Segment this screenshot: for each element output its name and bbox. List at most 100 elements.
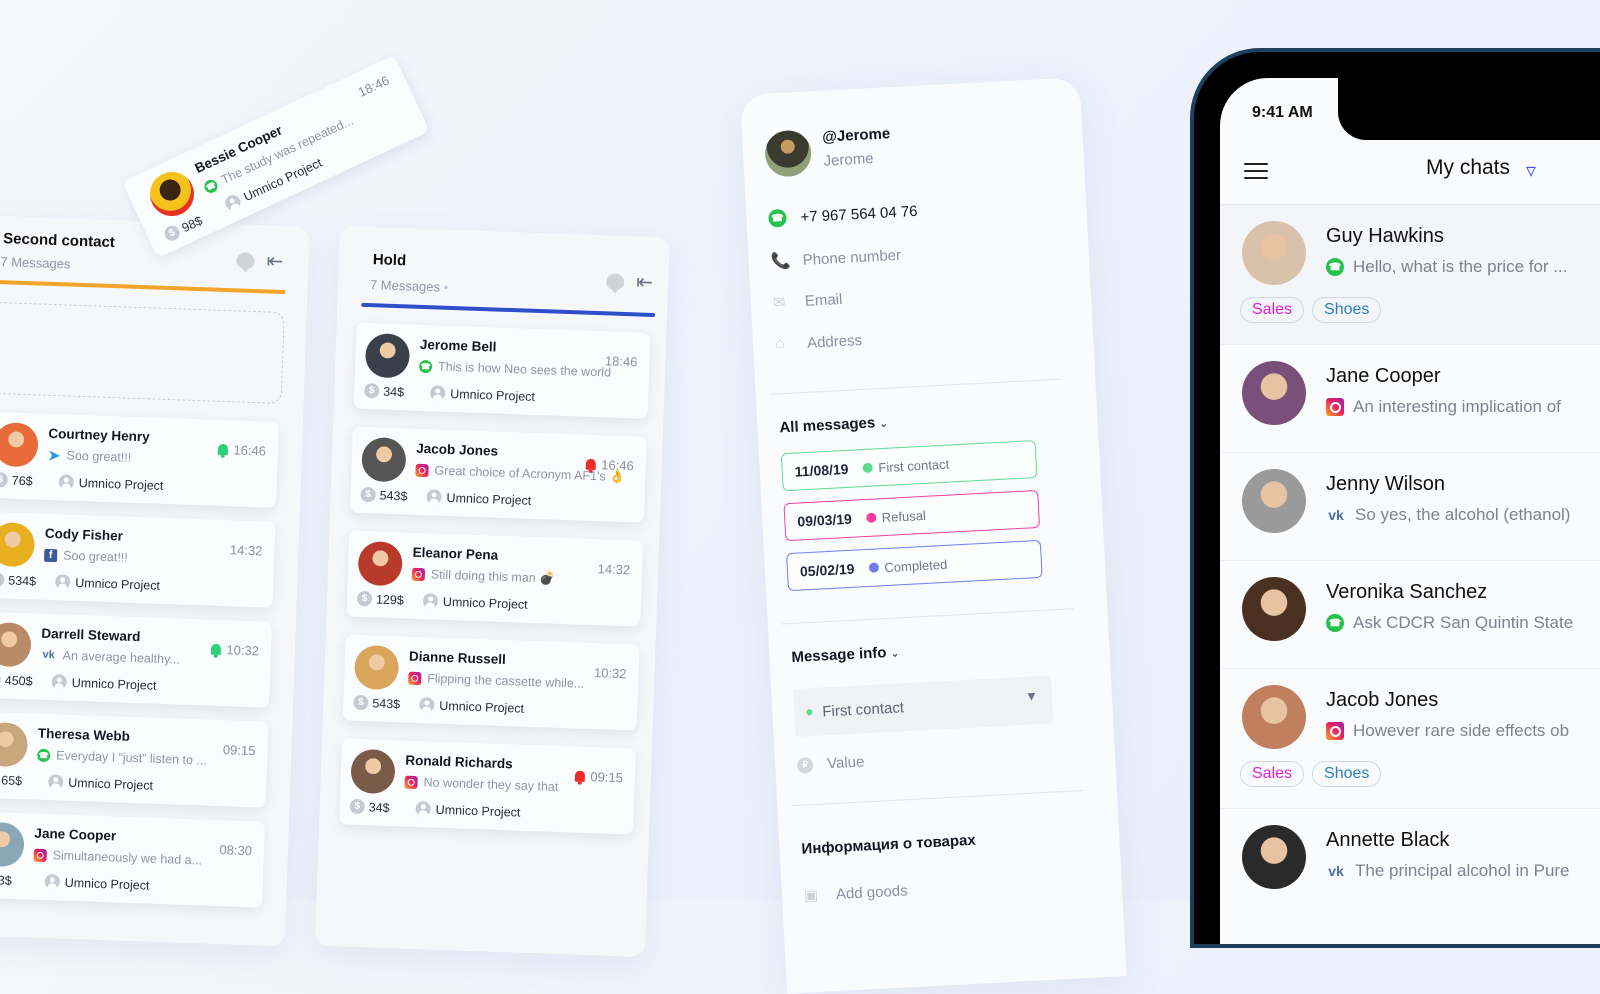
chat-card[interactable]: Cody Fisher 14:32 f Soo great!!! $534$ Umnico…: [0, 511, 276, 608]
message-preview: The principal alcohol in Pure: [1355, 861, 1570, 880]
project-name: Umnico Project: [71, 675, 157, 693]
contact-name: Darrell Steward: [41, 625, 141, 645]
divider: [791, 790, 1083, 807]
chat-card[interactable]: Dianne Russell 10:32 Flipping the cassette…: [342, 634, 640, 731]
history-date: 05/02/19: [799, 560, 855, 580]
message-time: 16:46: [218, 442, 266, 458]
stage-select[interactable]: First contact ▼: [793, 675, 1054, 737]
history-entry[interactable]: 05/02/19 Completed: [786, 539, 1043, 592]
message-time: 08:30: [219, 842, 253, 859]
add-goods-button[interactable]: ▣ Add goods: [803, 881, 909, 905]
drop-zone[interactable]: [0, 301, 285, 404]
deal-amount: 76$: [11, 473, 33, 488]
column-title: Hold: [372, 251, 407, 270]
chat-card[interactable]: Courtney Henry 16:46 ➤ Soo great!!! $76$ Umni…: [0, 411, 279, 508]
avatar: [1242, 685, 1306, 749]
address-field[interactable]: ⌂ Address: [775, 331, 863, 354]
user-icon: [426, 489, 442, 505]
contact-name: Annette Black: [1326, 829, 1450, 851]
chat-card[interactable]: Jane Cooper 08:30 Simultaneously we had a.…: [0, 811, 266, 908]
phone-icon: 📞: [770, 252, 792, 271]
chat-card[interactable]: Eleanor Pena 14:32 Still doing this man 💣 $…: [346, 530, 644, 627]
phone-notch: [1338, 78, 1600, 140]
email-field[interactable]: ✉ Email: [772, 290, 842, 312]
coin-icon: $: [364, 382, 380, 399]
message-time: 14:32: [229, 542, 263, 559]
whatsapp-icon: ☎: [418, 359, 433, 373]
chat-list-item[interactable]: Jacob Jones However rare side effects ob S…: [1220, 668, 1600, 809]
status-dot: [868, 562, 879, 573]
avatar: [364, 332, 411, 379]
tag-shoes[interactable]: Shoes: [1312, 761, 1382, 787]
instagram-icon: [404, 775, 418, 789]
vk-icon: vk: [42, 648, 56, 662]
page-title: My chats: [1426, 156, 1511, 179]
history-status: First contact: [878, 456, 950, 475]
project-name: Umnico Project: [442, 594, 528, 612]
chat-list-item[interactable]: Jenny Wilson vk So yes, the alcohol (ethan…: [1220, 452, 1600, 561]
history-entry[interactable]: 11/08/19 First contact: [780, 440, 1038, 492]
collapse-column-icon[interactable]: ⇤: [266, 250, 284, 273]
value-field[interactable]: ₽ Value: [796, 753, 865, 774]
tag-sales[interactable]: Sales: [1240, 761, 1305, 787]
contact-name: Jerome Bell: [419, 336, 497, 355]
chat-list-item[interactable]: Guy Hawkins ☎ Hello, what is the price for…: [1220, 204, 1600, 345]
contact-name: Theresa Webb: [37, 725, 131, 744]
phone-number-field[interactable]: 📞 Phone number: [770, 245, 901, 272]
collapse-column-icon[interactable]: ⇤: [636, 271, 654, 294]
message-preview: Still doing this man 💣: [430, 567, 556, 586]
message-preview: So yes, the alcohol (ethanol): [1355, 505, 1571, 524]
column-hold: Hold 7 Messages • ⇤ Jerome Bell 18:46 ☎ Thi…: [314, 226, 670, 958]
history-entry[interactable]: 09/03/19 Refusal: [783, 489, 1041, 542]
whatsapp-number[interactable]: +7 967 564 04 76: [800, 202, 918, 225]
chat-card[interactable]: Jerome Bell 18:46 ☎ This is how Neo sees th…: [353, 322, 651, 419]
chat-bubble-icon[interactable]: [605, 273, 625, 290]
contact-name: Courtney Henry: [48, 425, 150, 445]
chat-bubble-icon[interactable]: [236, 252, 255, 269]
chat-card[interactable]: Theresa Webb 09:15 ☎ Everyday I “just” list…: [0, 711, 269, 808]
tag-sales[interactable]: Sales: [1240, 297, 1305, 323]
contact-name: Dianne Russell: [408, 648, 507, 668]
project-name: Umnico Project: [439, 698, 525, 716]
chat-list-item[interactable]: Annette Black vk The principal alcohol in …: [1220, 808, 1600, 917]
avatar: [1242, 577, 1306, 641]
chat-card[interactable]: Jacob Jones 16:46 Great choice of Acronym …: [350, 426, 647, 523]
history-status: Completed: [884, 556, 948, 575]
coin-icon: $: [0, 671, 2, 688]
chevron-down-icon: ⌄: [879, 418, 889, 431]
avatar: [1242, 361, 1306, 425]
message-info-toggle[interactable]: Message info ⌄: [791, 643, 899, 666]
whatsapp-icon: ☎: [36, 748, 51, 762]
chat-card[interactable]: Darrell Steward 10:32 vk An average healthy…: [0, 611, 272, 708]
tag-shoes[interactable]: Shoes: [1312, 297, 1382, 323]
deal-amount: 450$: [4, 673, 33, 688]
chat-list-item[interactable]: Veronika Sanchez ☎ Ask CDCR San Quintin St…: [1220, 560, 1600, 669]
user-icon: [44, 874, 61, 890]
contact-name: Guy Hawkins: [1326, 225, 1444, 247]
chat-card[interactable]: Ronald Richards 09:15 No wonder they say t…: [339, 738, 636, 835]
goods-section-title: Информация о товарах: [801, 831, 977, 858]
contact-name: Cody Fisher: [44, 525, 124, 544]
avatar: [0, 821, 25, 868]
filter-icon[interactable]: ▿: [1526, 158, 1536, 183]
chat-list-item[interactable]: Jane Cooper An interesting implication of: [1220, 344, 1600, 453]
column-title: Second contact: [2, 230, 116, 252]
column-message-count: 7 Messages •: [369, 277, 449, 295]
instagram-icon: [33, 848, 47, 862]
box-icon: ▣: [803, 887, 819, 905]
deal-amount: 543$: [372, 695, 401, 711]
mail-icon: ✉: [772, 293, 786, 312]
all-messages-toggle[interactable]: All messages ⌄: [779, 414, 889, 436]
bell-icon: [218, 443, 229, 456]
avatar: [0, 521, 36, 568]
user-icon: [222, 192, 243, 213]
user-icon: [48, 774, 64, 790]
avatar: [1242, 825, 1306, 889]
message-time: 10:32: [211, 642, 259, 658]
contact-name: Jane Cooper: [34, 825, 117, 844]
instagram-icon: [1326, 398, 1344, 416]
message-preview: Soo great!!!: [62, 548, 129, 565]
menu-icon[interactable]: [1244, 158, 1268, 184]
avatar: [350, 748, 396, 795]
message-preview: Soo great!!!: [66, 448, 132, 465]
